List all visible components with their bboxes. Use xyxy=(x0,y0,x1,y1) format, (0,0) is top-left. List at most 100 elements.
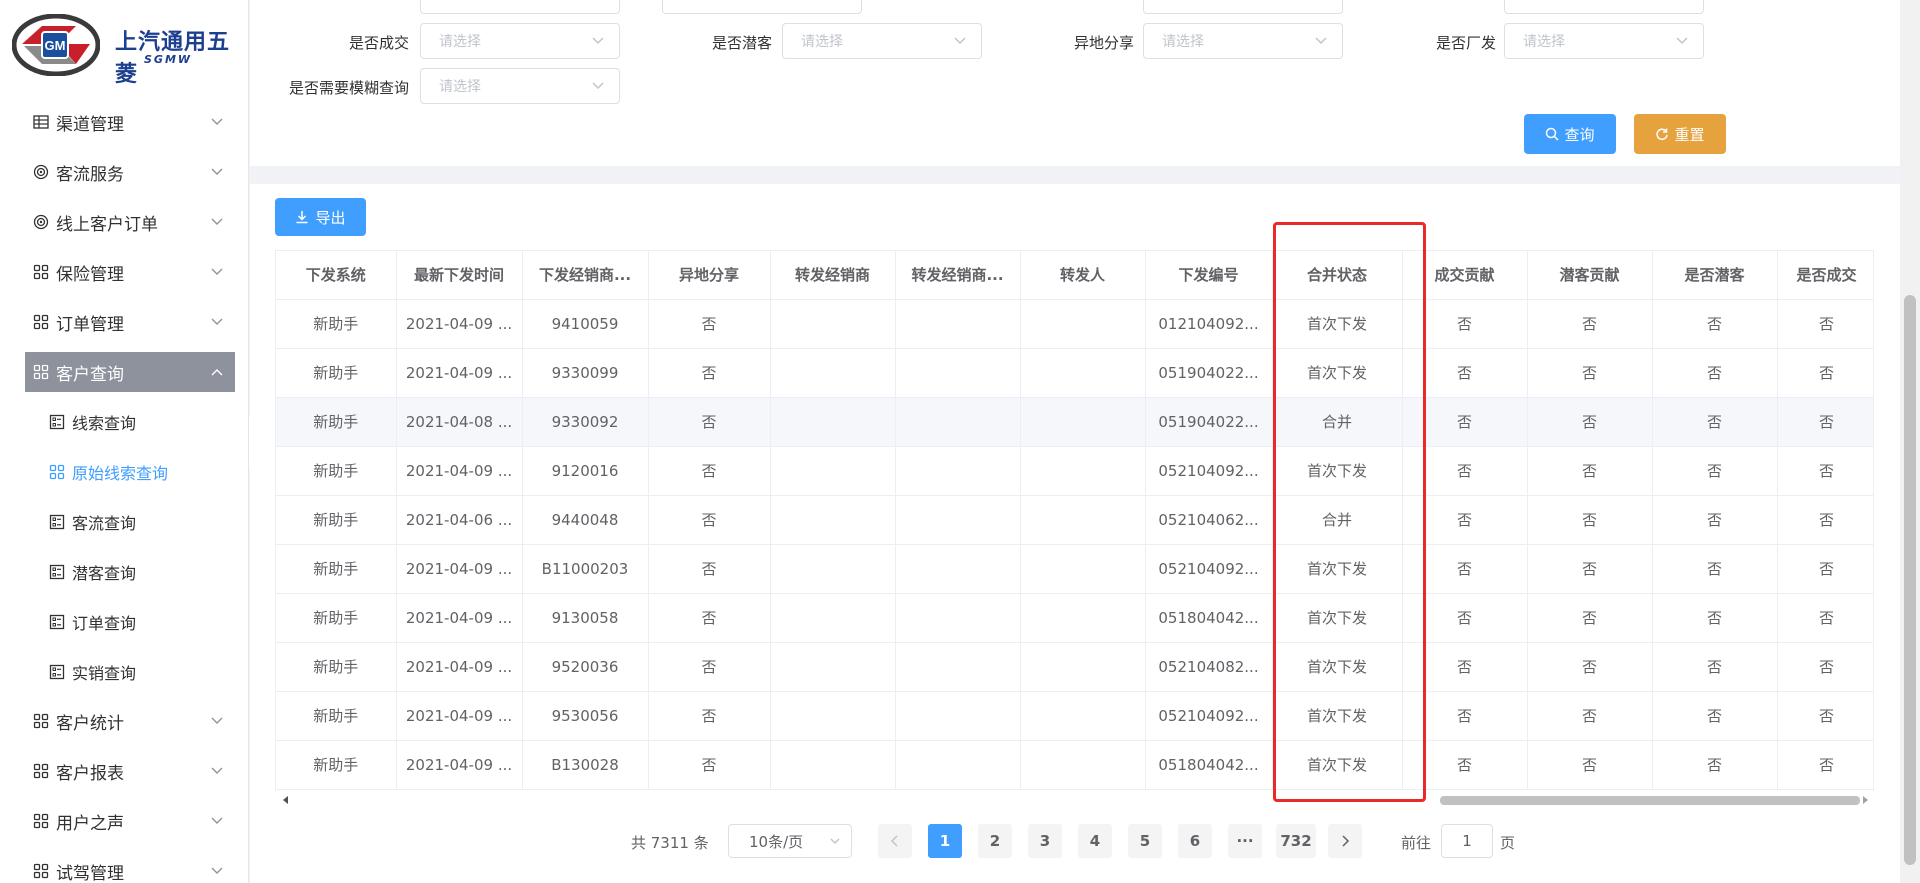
filter-select-fuzzy[interactable]: 请选择 xyxy=(420,68,620,104)
table-row[interactable]: 新助手 2021-04-08 ... 9330092 否 051904022... 合并否… xyxy=(276,397,1873,447)
chevron-down-icon xyxy=(592,37,604,45)
page-button[interactable]: 5 xyxy=(1128,824,1162,858)
table-row[interactable]: 新助手 2021-04-09 ... 9120016 否 052104092... 首次下… xyxy=(276,446,1873,496)
sidebar-item-label: 客户查询 xyxy=(56,364,124,385)
table-cell: 否 xyxy=(1402,593,1528,643)
grid-icon xyxy=(32,712,50,730)
sidebar-item-channel[interactable]: 渠道管理 xyxy=(25,102,235,142)
sidebar-item-customer-query[interactable]: 客户查询 xyxy=(25,352,235,392)
table-cell: 新助手 xyxy=(276,691,397,741)
page-ellipsis-button[interactable]: ··· xyxy=(1228,824,1262,858)
grid-icon xyxy=(32,263,50,281)
column-header: 是否成交 xyxy=(1777,251,1873,300)
table-cell: 051804042... xyxy=(1145,593,1273,643)
filter-select-factory[interactable]: 请选择 xyxy=(1504,23,1704,59)
filter-select-top-1[interactable] xyxy=(420,0,620,14)
sidebar-item-label: 渠道管理 xyxy=(56,114,124,135)
select-placeholder: 请选择 xyxy=(439,79,481,95)
sidebar-subitem-traffic-query[interactable]: 客流查询 xyxy=(48,502,238,542)
horizontal-scrollbar[interactable] xyxy=(275,791,1874,809)
filter-select-deal[interactable]: 请选择 xyxy=(420,23,620,59)
table-cell: 2021-04-08 ... xyxy=(396,397,523,447)
chevron-right-icon xyxy=(1342,835,1350,847)
sidebar-item-customer-stats[interactable]: 客户统计 xyxy=(25,701,235,741)
table-cell: 否 xyxy=(1527,495,1653,545)
page-button[interactable]: 6 xyxy=(1178,824,1212,858)
page-size-select[interactable]: 10条/页 xyxy=(728,824,852,858)
sidebar-item-test-drive[interactable]: 试驾管理 xyxy=(25,851,235,883)
sidebar-subitem-order-query[interactable]: 订单查询 xyxy=(48,602,238,642)
export-button[interactable]: 导出 xyxy=(275,198,366,236)
chevron-down-icon xyxy=(830,838,840,845)
scroll-left-icon[interactable] xyxy=(281,795,291,805)
goto-page-input[interactable]: 1 xyxy=(1441,824,1493,858)
scroll-right-icon[interactable] xyxy=(1860,795,1870,805)
page-button[interactable]: 4 xyxy=(1078,824,1112,858)
sidebar-item-orders[interactable]: 订单管理 xyxy=(25,302,235,342)
sidebar-subitem-prospect-query[interactable]: 潜客查询 xyxy=(48,552,238,592)
page-button[interactable]: 1 xyxy=(928,824,962,858)
sidebar-subitem-sales-query[interactable]: 实销查询 xyxy=(48,652,238,692)
column-header: 潜客贡献 xyxy=(1527,251,1653,300)
filter-select-top-4[interactable] xyxy=(1504,0,1704,14)
filter-select-top-2[interactable] xyxy=(662,0,862,14)
table-row[interactable]: 新助手 2021-04-09 ... 9330099 否 051904022... 首次下… xyxy=(276,348,1873,398)
next-page-button[interactable] xyxy=(1328,824,1362,858)
query-button[interactable]: 查询 xyxy=(1524,114,1616,154)
page-button[interactable]: 2 xyxy=(978,824,1012,858)
table-cell: 否 xyxy=(1777,299,1873,349)
sidebar-subitem-lead-query[interactable]: 线索查询 xyxy=(48,402,238,442)
list-icon xyxy=(48,563,66,581)
page-button[interactable]: 732 xyxy=(1276,824,1316,858)
table-cell: 否 xyxy=(648,348,771,398)
prev-page-button[interactable] xyxy=(878,824,912,858)
table-row[interactable]: 新助手 2021-04-09 ... B130028 否 051804042... 首次下… xyxy=(276,740,1873,790)
sidebar-subitem-raw-lead-query[interactable]: 原始线索查询 xyxy=(48,452,238,492)
grid-icon xyxy=(32,862,50,880)
table-row[interactable]: 新助手 2021-04-06 ... 9440048 否 052104062... 合并否… xyxy=(276,495,1873,545)
table-row[interactable]: 新助手 2021-04-09 ... 9520036 否 052104082... 首次下… xyxy=(276,642,1873,692)
table-cell xyxy=(1020,299,1146,349)
table-cell: 否 xyxy=(1652,299,1778,349)
sidebar-item-user-voice[interactable]: 用户之声 xyxy=(25,801,235,841)
horizontal-scrollbar-thumb[interactable] xyxy=(1440,796,1860,805)
table-cell: 新助手 xyxy=(276,593,397,643)
table-cell xyxy=(895,348,1021,398)
table-cell xyxy=(1020,691,1146,741)
vertical-scrollbar-thumb[interactable] xyxy=(1904,295,1916,865)
table-cell xyxy=(1020,446,1146,496)
table-cell xyxy=(770,642,896,692)
table-row[interactable]: 新助手 2021-04-09 ... 9130058 否 051804042... 首次下… xyxy=(276,593,1873,643)
chevron-down-icon xyxy=(954,37,966,45)
brand-logo: GM 上汽通用五菱 SGMW xyxy=(12,12,242,87)
table-row[interactable]: 新助手 2021-04-09 ... 9530056 否 052104092... 首次下… xyxy=(276,691,1873,741)
sidebar-item-online-orders[interactable]: 线上客户订单 xyxy=(25,202,235,242)
filter-select-top-3[interactable] xyxy=(1143,0,1343,14)
table-cell: 2021-04-09 ... xyxy=(396,446,523,496)
column-header: 转发经销商 xyxy=(770,251,896,300)
sidebar-item-label: 保险管理 xyxy=(56,264,124,285)
table-cell: 否 xyxy=(1402,348,1528,398)
sidebar-subitem-label: 实销查询 xyxy=(72,664,137,683)
table-cell xyxy=(1020,593,1146,643)
table-cell: 否 xyxy=(1652,495,1778,545)
badge-text: GM xyxy=(45,38,66,53)
table-row[interactable]: 新助手 2021-04-09 ... B11000203 否 052104092... 首… xyxy=(276,544,1873,594)
table-cell: 合并 xyxy=(1272,495,1403,545)
table-header-row: 下发系统 最新下发时间 下发经销商... 异地分享 转发经销商 转发经销商... 转发人 下发… xyxy=(276,251,1873,300)
reset-button[interactable]: 重置 xyxy=(1634,114,1726,154)
table-cell: 9120016 xyxy=(522,446,649,496)
table-cell xyxy=(770,593,896,643)
table-cell: 否 xyxy=(1777,495,1873,545)
grid-icon xyxy=(32,812,50,830)
vertical-scrollbar[interactable] xyxy=(1900,0,1920,883)
sidebar-item-traffic-service[interactable]: 客流服务 xyxy=(25,152,235,192)
filter-select-remote-share[interactable]: 请选择 xyxy=(1143,23,1343,59)
table-cell: 051804042... xyxy=(1145,740,1273,790)
table-row[interactable]: 新助手 2021-04-09 ... 9410059 否 012104092... 首次下… xyxy=(276,299,1873,349)
sidebar-item-insurance[interactable]: 保险管理 xyxy=(25,252,235,292)
sidebar-item-customer-reports[interactable]: 客户报表 xyxy=(25,751,235,791)
table-cell: 否 xyxy=(1527,691,1653,741)
filter-select-prospect[interactable]: 请选择 xyxy=(782,23,982,59)
page-button[interactable]: 3 xyxy=(1028,824,1062,858)
